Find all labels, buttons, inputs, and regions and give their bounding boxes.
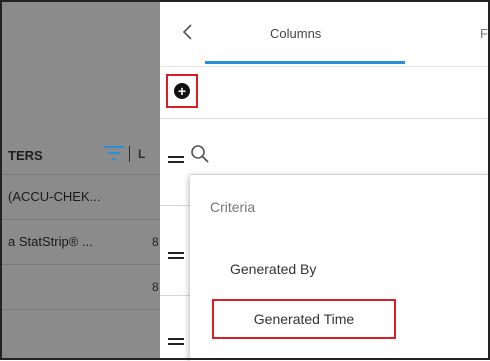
active-tab-indicator: [205, 61, 405, 64]
drag-handle-icon[interactable]: [168, 156, 184, 164]
table-row: [0, 310, 160, 354]
dropdown-group-title: Criteria: [210, 199, 256, 215]
search-row: [160, 138, 490, 178]
criteria-dropdown: Criteria Generated By Generated Time: [190, 174, 490, 361]
table-row: (ACCU-CHEK...: [0, 175, 160, 220]
column-header-next: L: [138, 147, 146, 161]
row-divider: [160, 295, 190, 296]
add-column-button[interactable]: +: [166, 74, 198, 108]
drag-handle-icon[interactable]: [168, 338, 184, 346]
table-cell: a StatStrip® ...: [8, 234, 93, 249]
drag-handle-icon[interactable]: [168, 252, 184, 260]
column-header-label: TERS: [8, 148, 43, 163]
search-icon: [191, 145, 209, 163]
column-search-input[interactable]: [214, 142, 486, 166]
dropdown-item-generated-time[interactable]: Generated Time: [212, 299, 396, 339]
panel-tabs: Columns F: [160, 0, 490, 67]
back-chevron-icon[interactable]: [178, 22, 198, 42]
tab-columns[interactable]: Columns: [270, 26, 321, 41]
row-divider: [160, 205, 190, 206]
table-cell-number: 8: [152, 235, 159, 249]
tab-next[interactable]: F: [480, 26, 488, 41]
dropdown-item-label: Generated Time: [253, 311, 355, 327]
background-table: TERS L (ACCU-CHEK... a StatStrip® ... 8 …: [0, 0, 160, 360]
add-column-row: +: [160, 66, 490, 119]
dropdown-item-generated-by[interactable]: Generated By: [230, 261, 316, 277]
table-row: 8: [0, 265, 160, 310]
filter-icon[interactable]: [104, 145, 124, 161]
table-cell: (ACCU-CHEK...: [8, 189, 101, 204]
columns-panel: Columns F + Criteria Generated By Genera…: [160, 0, 490, 361]
column-divider: [129, 146, 130, 162]
table-row: a StatStrip® ... 8: [0, 220, 160, 265]
add-circle-icon: +: [174, 83, 190, 99]
table-cell-number: 8: [152, 280, 159, 294]
